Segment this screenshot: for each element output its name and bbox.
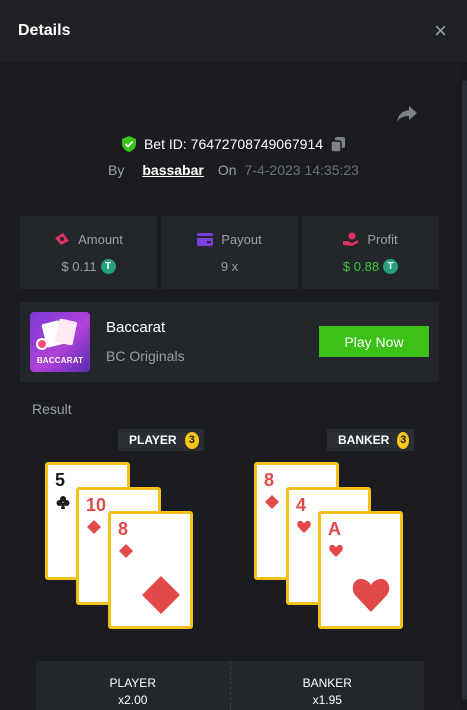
- diamond-icon: [265, 495, 279, 509]
- player-bet-label: PLAYER: [109, 676, 156, 690]
- modal-title: Details: [18, 22, 71, 39]
- on-label: On: [217, 162, 237, 178]
- card-rank: 5: [55, 470, 66, 490]
- bet-stats: Amount $ 0.11 T Payout 9 x Profit $ 0.88…: [20, 216, 439, 289]
- bet-byline: By bassabar On 7-4-2023 14:35:23: [0, 160, 467, 180]
- verified-shield-icon: [121, 136, 136, 152]
- share-icon[interactable]: [396, 104, 418, 124]
- player-hand-label: PLAYER 3: [118, 429, 204, 451]
- banker-bet-panel: BANKER x1.95: [230, 661, 424, 710]
- player-bet-panel: PLAYER x2.00: [36, 661, 231, 710]
- wallet-icon: [197, 232, 214, 246]
- close-icon[interactable]: ×: [434, 20, 447, 42]
- heart-icon: [352, 578, 390, 612]
- game-thumbnail[interactable]: BACCARAT: [30, 312, 90, 372]
- modal-header: Details ×: [0, 0, 467, 62]
- by-label: By: [108, 162, 125, 178]
- stat-amount: Amount $ 0.11 T: [20, 216, 157, 289]
- player-label-text: PLAYER: [129, 433, 177, 447]
- bet-id-line: Bet ID: 76472708749067914: [0, 134, 467, 154]
- stat-amount-value: $ 0.11: [61, 258, 97, 274]
- heart-icon: [297, 520, 311, 533]
- playing-card: A: [318, 511, 403, 629]
- result-label: Result: [32, 401, 72, 417]
- club-icon: [56, 496, 70, 509]
- playing-card: 8: [108, 511, 193, 629]
- card-rank: A: [328, 519, 341, 539]
- username-link[interactable]: bassabar: [142, 162, 203, 178]
- tether-coin-icon: T: [100, 258, 116, 274]
- banker-label-text: BANKER: [338, 433, 390, 447]
- stat-profit-label: Profit: [367, 231, 398, 247]
- diamond-icon: [119, 544, 133, 558]
- banker-score-badge: 3: [397, 431, 409, 449]
- stat-payout-value: 9 x: [220, 258, 239, 274]
- bet-date: 7-4-2023 14:35:23: [244, 162, 359, 178]
- game-card: BACCARAT Baccarat BC Originals Play Now: [20, 302, 439, 382]
- hand-coin-icon: [343, 232, 359, 246]
- thumbnail-tag: BACCARAT: [36, 356, 84, 365]
- bet-id: Bet ID: 76472708749067914: [143, 136, 324, 152]
- stat-payout: Payout 9 x: [161, 216, 298, 289]
- heart-icon: [329, 544, 343, 557]
- card-rank: 8: [264, 470, 275, 490]
- banker-hand-label: BANKER 3: [327, 429, 414, 451]
- player-score-badge: 3: [184, 431, 199, 449]
- stat-profit-value: $ 0.88: [342, 258, 380, 274]
- diamond-icon: [87, 520, 101, 534]
- stat-profit: Profit $ 0.88 T: [302, 216, 439, 289]
- bet-options: PLAYER x2.00 BANKER x1.95: [36, 661, 424, 710]
- game-name: Baccarat: [106, 319, 166, 336]
- player-bet-multiplier: x2.00: [118, 693, 148, 707]
- card-rank: 4: [296, 495, 307, 515]
- card-rank: 8: [118, 519, 129, 539]
- money-icon: [55, 233, 70, 245]
- play-now-button[interactable]: Play Now: [319, 326, 429, 357]
- card-rank: 10: [86, 495, 107, 515]
- copy-icon[interactable]: [331, 136, 346, 152]
- stat-amount-label: Amount: [78, 231, 123, 247]
- game-provider: BC Originals: [106, 348, 185, 364]
- banker-bet-multiplier: x1.95: [312, 693, 342, 707]
- banker-bet-label: BANKER: [302, 676, 352, 690]
- stat-payout-label: Payout: [221, 231, 262, 247]
- diamond-icon: [142, 576, 180, 614]
- tether-coin-icon: T: [383, 258, 399, 274]
